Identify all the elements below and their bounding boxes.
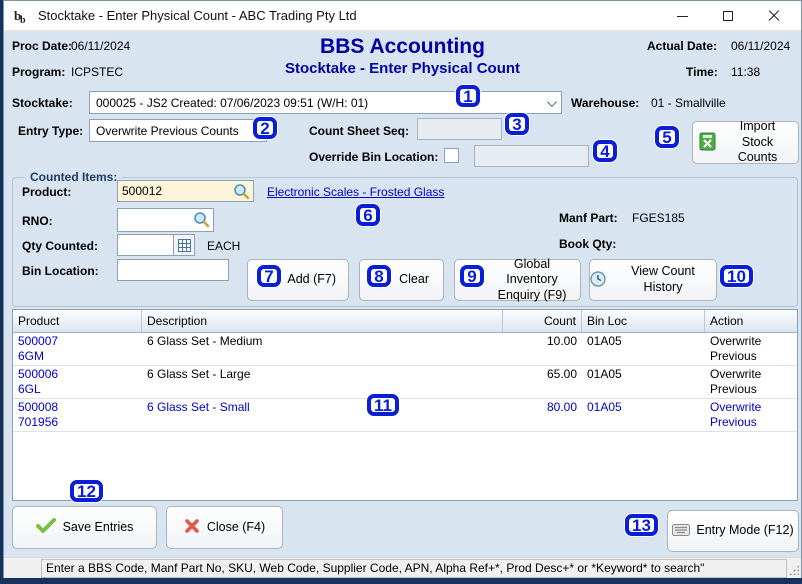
minimize-button[interactable] [659,1,705,31]
override-bin-field [474,145,589,167]
chevron-down-icon [547,97,557,107]
annotation-marker-4: 4 [593,140,617,162]
qty-counted-input[interactable] [117,234,174,256]
import-stock-counts-button[interactable]: Import Stock Counts [692,121,799,164]
maximize-button[interactable] [705,1,751,31]
entry-type-select[interactable]: Overwrite Previous Counts [89,119,267,142]
red-x-icon [184,518,200,537]
add-button-label: Add (F7) [287,272,336,288]
warehouse-value: 01 - Smallville [651,96,726,110]
manf-part-value: FGES185 [632,211,685,225]
close-f4-label: Close (F4) [207,520,265,536]
product-description-link[interactable]: Electronic Scales - Frosted Glass [267,185,444,199]
page-title: Stocktake - Enter Physical Count [4,60,801,77]
warehouse-label: Warehouse: [571,96,639,110]
uom-value: EACH [207,239,240,253]
column-header-action[interactable]: Action [705,310,797,332]
annotation-marker-8: 8 [367,265,391,287]
minimize-icon [677,16,688,17]
svg-text:b: b [20,15,26,25]
view-count-history-label: View Count History [610,264,716,295]
check-icon [36,518,56,537]
annotation-marker-7: 7 [257,265,281,287]
table-header-row: Product Description Count Bin Loc Action [13,310,797,333]
app-window: bb Stocktake - Enter Physical Count - AB… [3,0,802,578]
close-f4-button[interactable]: Close (F4) [166,506,283,549]
qty-counted-label: Qty Counted: [22,239,98,253]
global-inventory-enquiry-label: Global Inventory Enquiry (F9) [490,257,574,304]
calculator-icon[interactable] [173,234,195,256]
manf-part-label: Manf Part: [559,211,618,225]
table-row-selected[interactable]: 500008701956 6 Glass Set - Small 80.00 0… [13,399,797,432]
view-count-history-button[interactable]: View Count History [589,259,717,301]
save-entries-button[interactable]: Save Entries [12,506,157,549]
table-row[interactable]: 5000066GL 6 Glass Set - Large 65.00 01A0… [13,366,797,399]
actual-date-value: 06/11/2024 [731,39,790,53]
close-icon [768,10,780,22]
clear-button-label: Clear [399,272,429,288]
time-value: 11:38 [731,65,760,79]
annotation-marker-1: 1 [456,85,480,107]
rno-search-icon[interactable] [193,211,210,228]
annotation-marker-13: 13 [625,514,658,536]
entry-mode-label: Entry Mode (F12) [696,523,793,539]
product-label: Product: [22,185,71,199]
stocktake-label: Stocktake: [12,96,73,110]
annotation-marker-5: 5 [655,126,679,148]
save-entries-label: Save Entries [63,520,134,536]
bbs-logo-icon: bb [13,7,31,25]
import-stock-counts-label: Import Stock Counts [723,119,793,166]
time-label: Time: [686,65,718,79]
close-button[interactable] [751,1,797,31]
excel-import-icon [699,132,716,154]
counted-items-table[interactable]: Product Description Count Bin Loc Action… [12,309,798,501]
column-header-count[interactable]: Count [503,310,582,332]
clock-icon [590,271,606,290]
column-header-binloc[interactable]: Bin Loc [582,310,705,332]
override-bin-checkbox[interactable] [444,148,459,163]
count-sheet-seq-label: Count Sheet Seq: [309,124,409,138]
annotation-marker-12: 12 [70,480,103,502]
window-title: Stocktake - Enter Physical Count - ABC T… [38,8,357,23]
bin-location-label: Bin Location: [22,264,99,278]
annotation-marker-3: 3 [505,113,529,135]
column-header-description[interactable]: Description [142,310,503,332]
entry-type-selected-value: Overwrite Previous Counts [96,124,239,138]
title-bar: bb Stocktake - Enter Physical Count - AB… [4,1,801,31]
stocktake-selected-value: 000025 - JS2 Created: 07/06/2023 09:51 (… [96,96,368,110]
keyboard-icon [672,524,690,539]
entry-type-label: Entry Type: [18,124,83,138]
table-row[interactable]: 5000076GM 6 Glass Set - Medium 10.00 01A… [13,333,797,366]
annotation-marker-9: 9 [460,265,484,287]
annotation-marker-6: 6 [356,204,380,226]
maximize-icon [723,11,733,21]
actual-date-label: Actual Date: [647,39,717,53]
annotation-marker-11: 11 [367,394,399,416]
column-header-product[interactable]: Product [13,310,142,332]
book-qty-label: Book Qty: [559,237,616,251]
status-hint-text: Enter a BBS Code, Manf Part No, SKU, Web… [41,559,787,578]
rno-label: RNO: [22,214,53,228]
resize-grip[interactable] [789,565,799,575]
counted-items-legend: Counted Items: [25,170,122,184]
entry-mode-button[interactable]: Entry Mode (F12) [667,510,799,552]
status-bar: Enter a BBS Code, Manf Part No, SKU, Web… [4,557,801,578]
stocktake-select[interactable]: 000025 - JS2 Created: 07/06/2023 09:51 (… [89,91,562,114]
count-sheet-seq-field [417,118,502,140]
bin-location-input[interactable] [117,259,229,281]
override-bin-label: Override Bin Location: [309,150,438,164]
product-search-icon[interactable] [233,183,250,200]
annotation-marker-2: 2 [253,117,277,139]
annotation-marker-10: 10 [720,265,753,287]
